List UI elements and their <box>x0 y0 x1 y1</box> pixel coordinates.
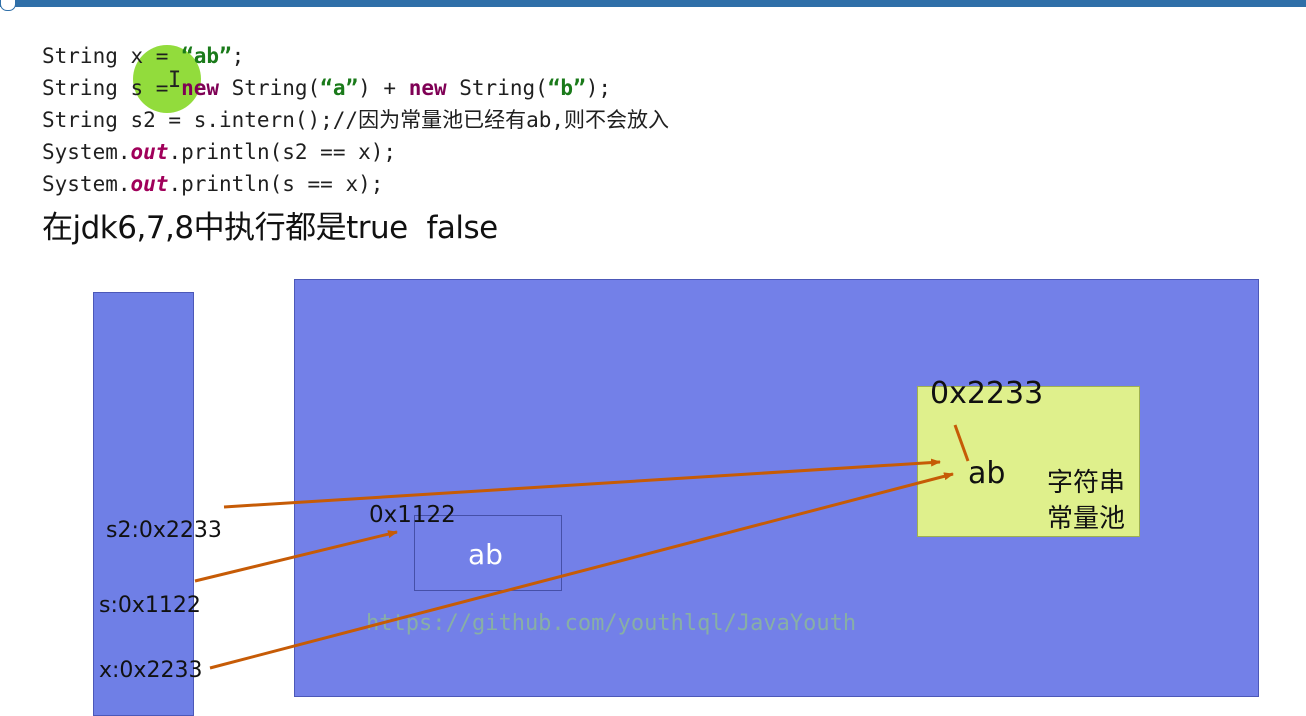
arrow-s-to-object <box>194 530 398 583</box>
pool-address-pointer <box>953 424 970 462</box>
arrows-layer <box>194 424 970 670</box>
arrow-x-to-pool <box>209 472 954 670</box>
arrow-s2-to-pool <box>223 458 941 509</box>
